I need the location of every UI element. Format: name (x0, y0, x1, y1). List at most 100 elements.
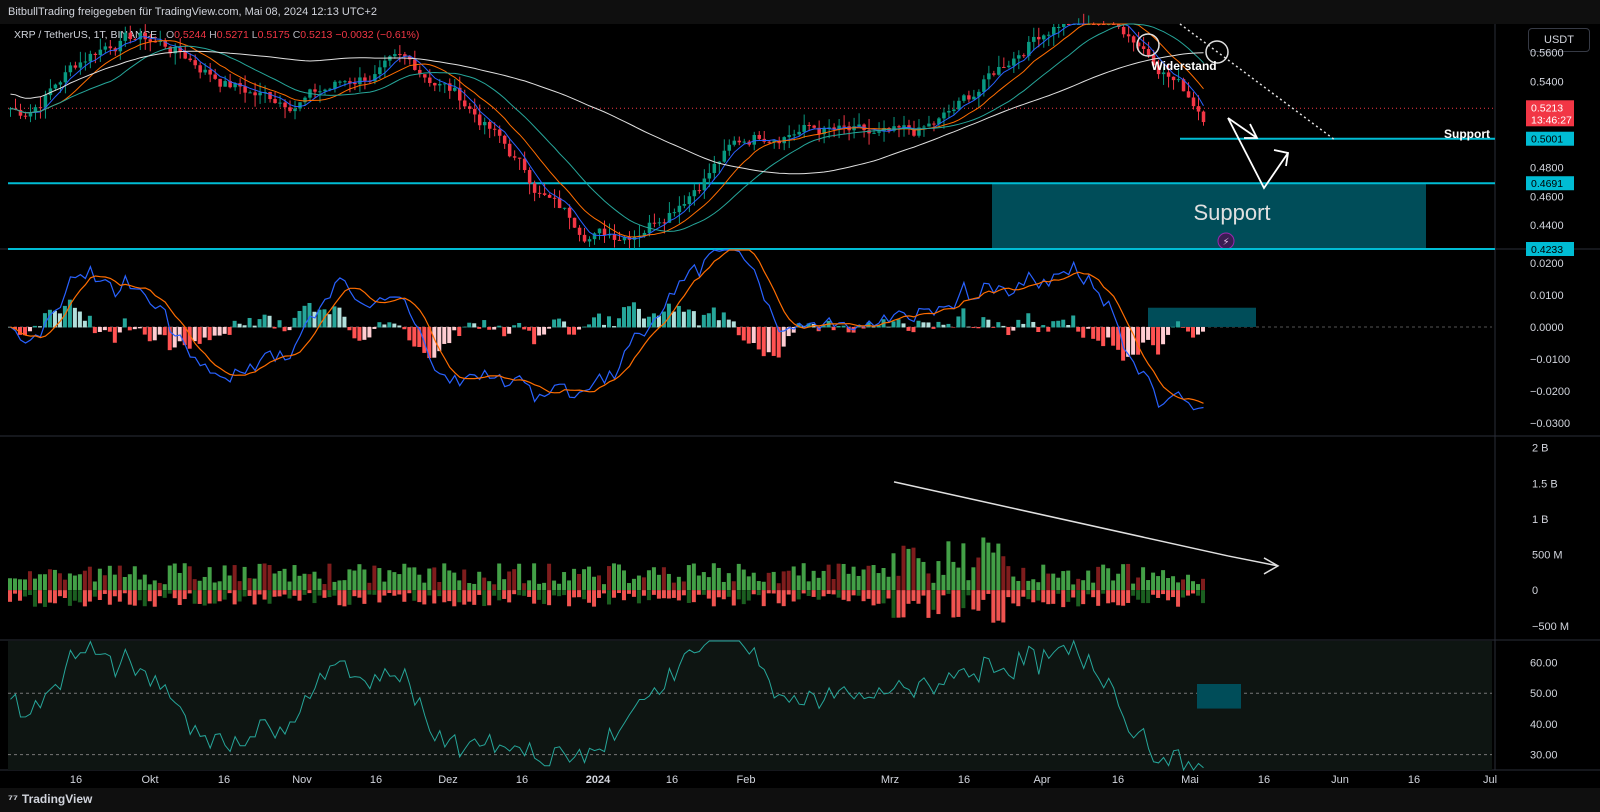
macd-histogram-bar (552, 319, 557, 328)
volume-down-bar (77, 590, 82, 603)
volume-down-bar (876, 590, 881, 604)
macd-histogram-bar (332, 306, 337, 328)
macd-histogram-bar (746, 326, 751, 344)
volume-up-bar (821, 570, 826, 591)
candle-body (492, 128, 497, 130)
time-axis-label: Mai (1181, 774, 1199, 786)
volume-up-bar (542, 582, 547, 591)
macd-histogram-bar (592, 317, 597, 328)
volume-up-bar (42, 574, 47, 591)
macd-histogram-bar (197, 326, 202, 344)
tradingview-logo[interactable]: ⁷⁷ TradingView (8, 792, 92, 806)
candle-body (877, 131, 881, 133)
macd-histogram-bar (941, 324, 946, 328)
time-axis-label: 16 (1112, 774, 1124, 786)
macd-histogram-bar (97, 326, 102, 332)
candle-body (358, 77, 362, 85)
macd-histogram-bar (616, 318, 621, 328)
time-axis-label: Mrz (881, 774, 899, 786)
volume-up-bar (1151, 572, 1156, 591)
macd-histogram-bar (1176, 321, 1181, 328)
macd-histogram-bar (327, 314, 332, 328)
candle-body (98, 49, 103, 56)
volume-down-bar (746, 590, 751, 601)
macd-tick-label: 0.0200 (1530, 258, 1564, 270)
volume-up-bar (52, 569, 57, 591)
macd-histogram-bar (956, 316, 961, 328)
volume-up-bar (217, 581, 222, 591)
volume-down-bar (542, 590, 547, 604)
volume-down-bar (222, 590, 227, 600)
volume-down-bar (427, 590, 432, 596)
volume-down-bar (497, 590, 502, 601)
time-axis-label: 16 (958, 774, 970, 786)
candle-body (383, 60, 387, 68)
volume-up-bar (806, 581, 811, 591)
volume-down-bar (122, 590, 127, 594)
volume-down-bar (981, 590, 986, 600)
volume-down-bar (621, 590, 626, 601)
volume-down-bar (257, 590, 262, 595)
macd-histogram-bar (147, 326, 152, 342)
candle-body (787, 134, 791, 138)
volume-up-bar (811, 570, 816, 591)
macd-histogram-bar (602, 324, 607, 328)
price-tick-label: 0.4800 (1530, 163, 1564, 175)
volume-up-bar (602, 584, 607, 591)
moving-average-line (10, 50, 1204, 175)
volume-down-bar (1136, 590, 1141, 600)
volume-down-bar (132, 590, 137, 606)
macd-histogram-bar (1186, 326, 1191, 332)
volume-up-bar (926, 573, 931, 591)
candle-body (962, 95, 966, 101)
candle-body (1047, 34, 1051, 36)
rsi-tick-label: 40.00 (1530, 719, 1558, 731)
candle-body (942, 112, 946, 119)
macd-histogram-bar (542, 326, 547, 335)
macd-histogram-bar (347, 326, 352, 331)
volume-up-bar (527, 580, 532, 591)
macd-histogram-bar (37, 326, 42, 328)
volume-down-bar (1071, 590, 1076, 598)
volume-up-bar (427, 568, 432, 591)
macd-histogram-bar (1031, 321, 1036, 328)
macd-histogram-bar (537, 326, 542, 336)
candle-body (572, 217, 577, 228)
macd-histogram-bar (836, 325, 841, 328)
macd-histogram-bar (342, 316, 347, 328)
volume-up-bar (572, 568, 577, 591)
candle-body (103, 46, 108, 50)
volume-down-bar (871, 590, 876, 606)
chart-canvas[interactable]: Support ⚡ Support Widerstand 0.5600 0.5400 0.4… (0, 0, 1600, 788)
volume-up-bar (117, 565, 122, 591)
volume-down-bar (906, 590, 911, 604)
volume-up-bar (362, 569, 367, 591)
price-label-text: 0.5213 (1531, 102, 1563, 114)
candle-body (697, 190, 702, 192)
candle-body (987, 73, 991, 80)
volume-down-bar (192, 590, 197, 604)
macd-histogram-bar (741, 326, 746, 341)
time-axis-label: Apr (1033, 774, 1050, 786)
volume-up-bar (1166, 578, 1171, 591)
volume-up-bar (766, 572, 771, 591)
macd-histogram-bar (1161, 326, 1166, 345)
time-axis-label: 2024 (586, 774, 611, 786)
macd-histogram-bar (1001, 325, 1006, 328)
volume-up-bar (741, 569, 746, 591)
rsi-tick-label: 30.00 (1530, 750, 1558, 762)
volume-down-bar (666, 590, 671, 599)
volume-up-bar (991, 552, 996, 591)
volume-up-bar (322, 584, 327, 591)
volume-down-bar (971, 590, 976, 610)
candle-body (128, 32, 133, 40)
volume-down-bar (532, 590, 537, 604)
candle-body (88, 53, 93, 62)
candle-body (53, 84, 58, 89)
volume-up-bar (761, 581, 766, 591)
candle-body (462, 100, 467, 107)
volume-up-bar (67, 573, 72, 591)
volume-down-bar (282, 590, 287, 595)
volume-up-bar (1191, 581, 1196, 591)
volume-down-bar (756, 590, 761, 596)
